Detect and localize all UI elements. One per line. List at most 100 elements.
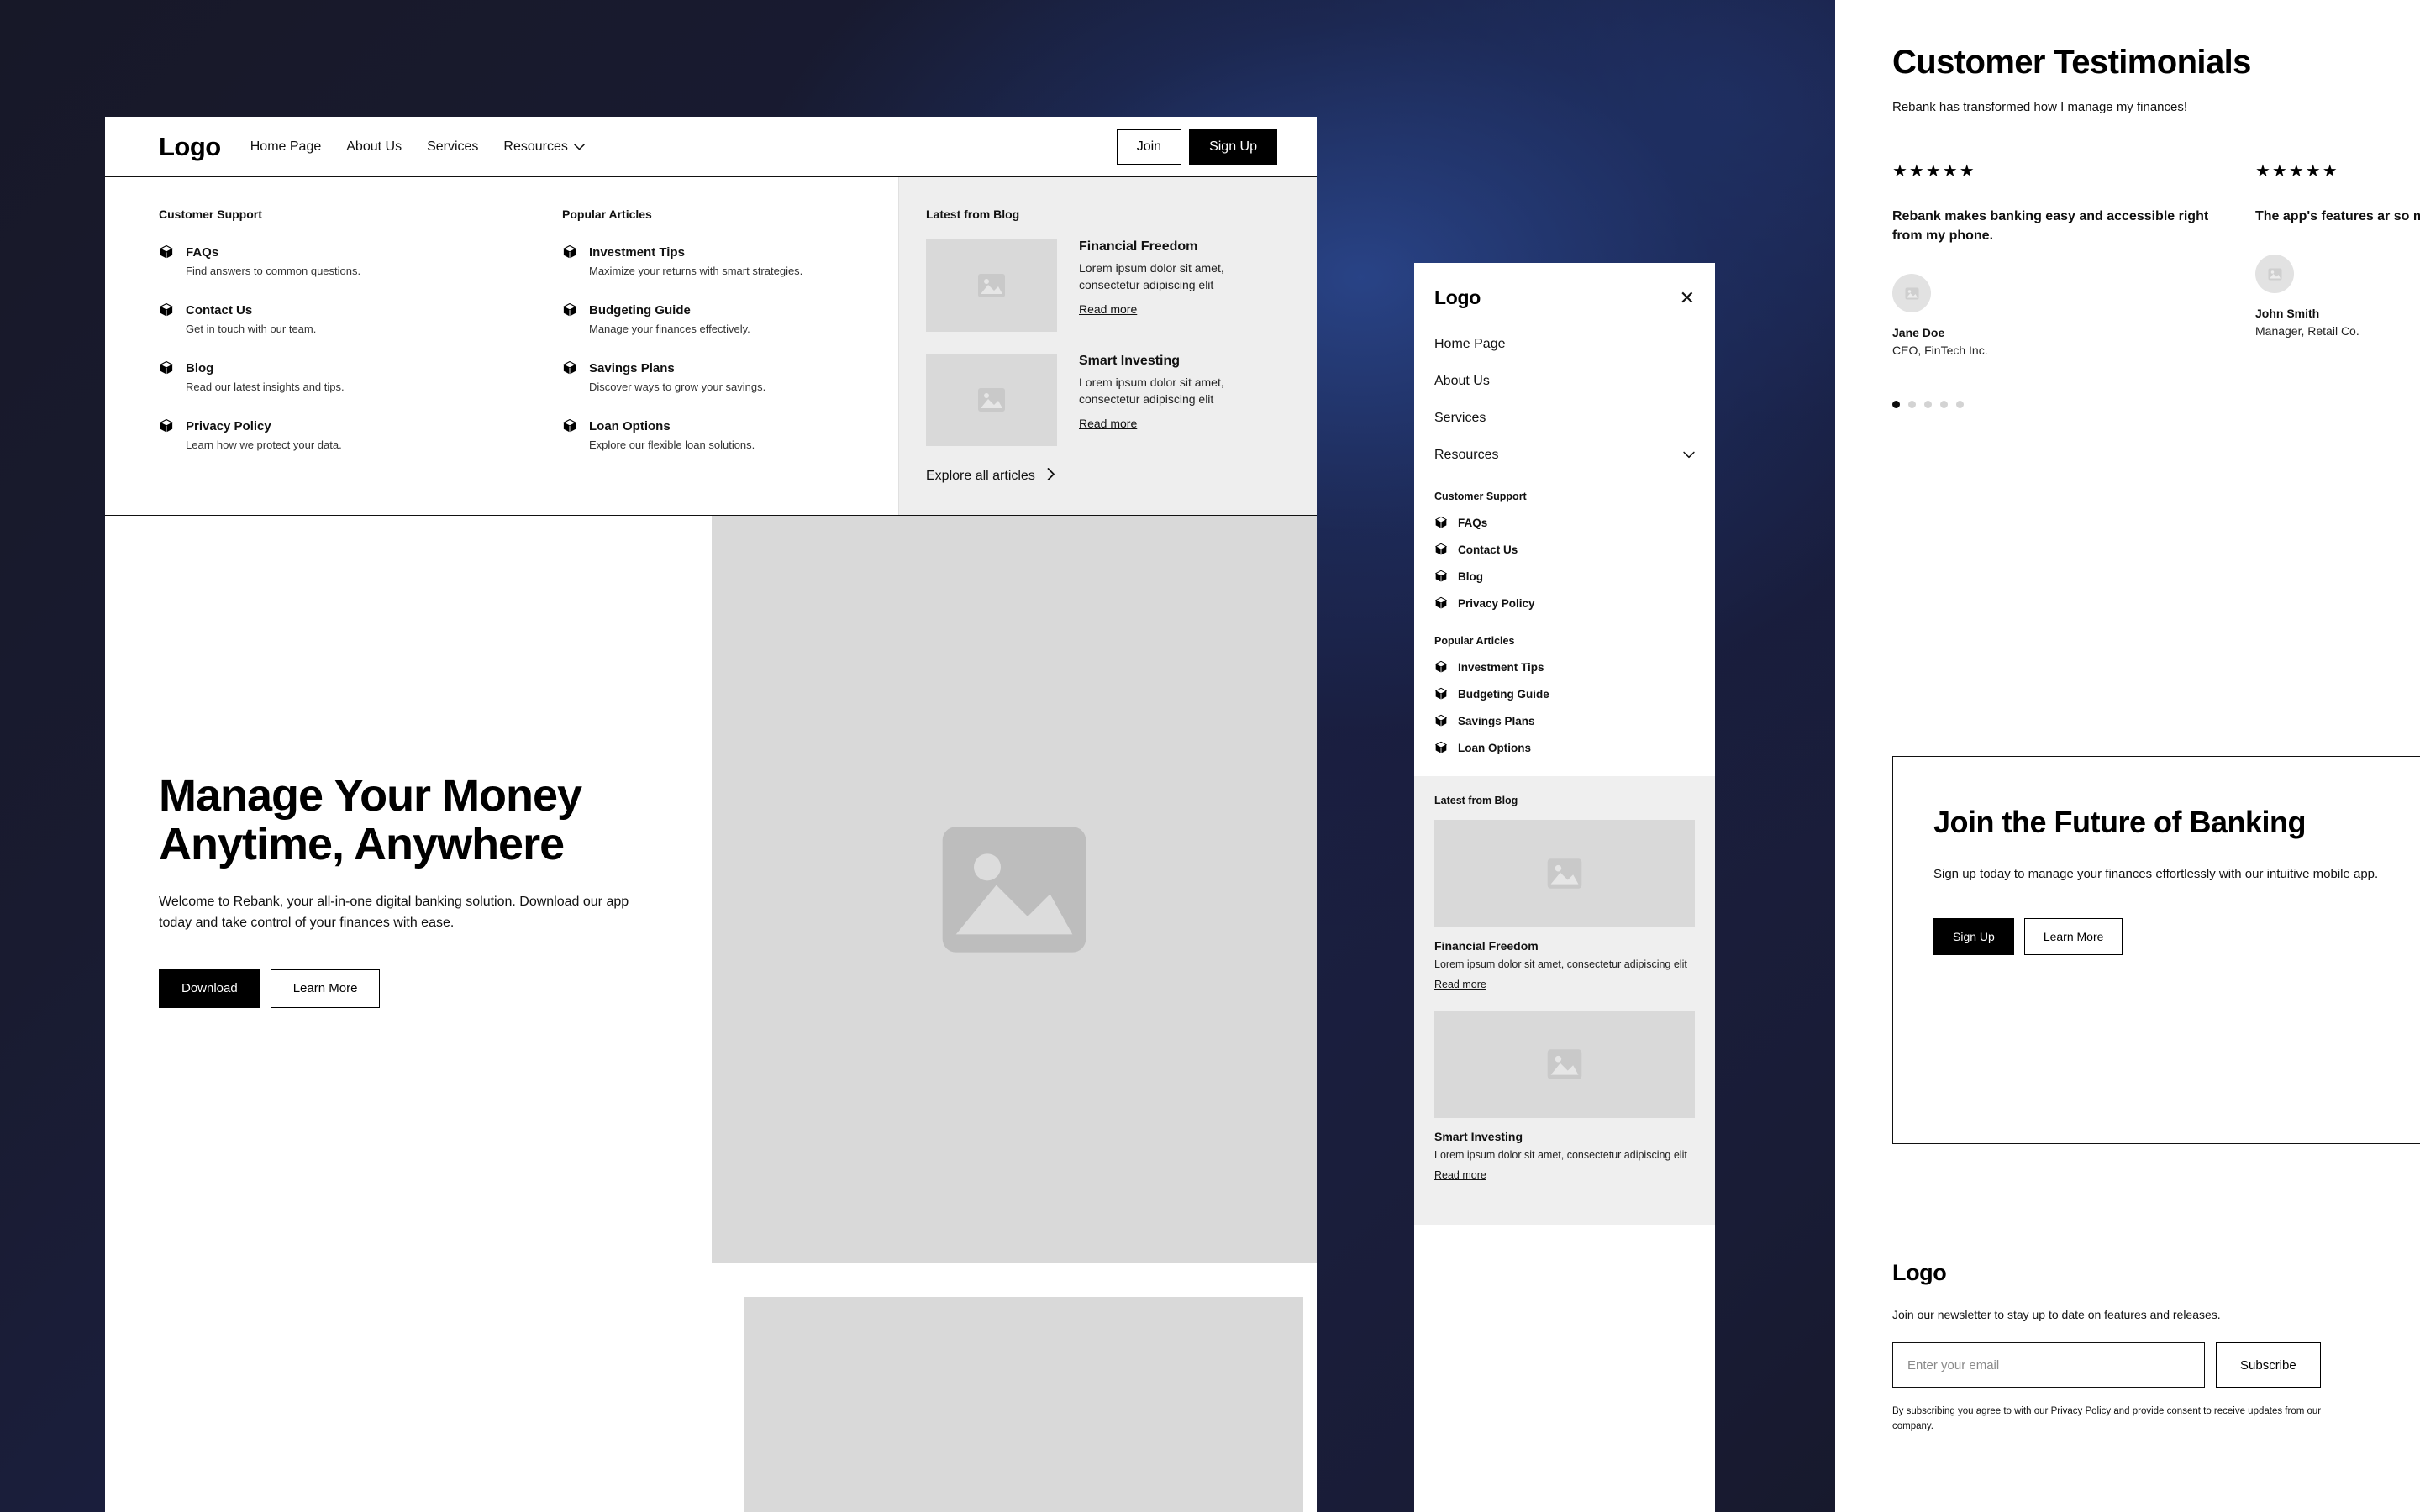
legal-prefix: By subscribing you agree to with our xyxy=(1892,1406,2051,1416)
menu-item-faqs[interactable]: FAQs Find answers to common questions. xyxy=(159,244,495,279)
desktop-logo[interactable]: Logo xyxy=(159,132,221,162)
mobile-nav-item-resources[interactable]: Resources xyxy=(1434,437,1695,474)
mobile-link-budgeting-guide[interactable]: Budgeting Guide xyxy=(1434,680,1695,707)
explore-all-articles-link[interactable]: Explore all articles xyxy=(926,468,1283,485)
read-more-link[interactable]: Read more xyxy=(1079,302,1137,316)
menu-item-contact-us[interactable]: Contact Us Get in touch with our team. xyxy=(159,302,495,337)
signup-button[interactable]: Sign Up xyxy=(1189,129,1277,165)
carousel-dot-1[interactable] xyxy=(1892,401,1900,409)
read-more-link[interactable]: Read more xyxy=(1434,1169,1486,1181)
testimonials-section: Customer Testimonials Rebank has transfo… xyxy=(1835,0,2420,409)
menu-item-investment-tips[interactable]: Investment Tips Maximize your returns wi… xyxy=(562,244,898,279)
column-heading: Customer Support xyxy=(159,207,262,221)
mobile-menu-mockup: Logo ✕ Home Page About Us Services Resou… xyxy=(1414,263,1715,1512)
mobile-link-label: Loan Options xyxy=(1458,741,1531,754)
mobile-section-heading: Customer Support xyxy=(1434,491,1527,502)
menu-item-desc: Explore our flexible loan solutions. xyxy=(589,438,755,451)
menu-item-body: Blog Read our latest insights and tips. xyxy=(186,360,345,395)
download-button[interactable]: Download xyxy=(159,969,260,1008)
carousel-dot-5[interactable] xyxy=(1956,401,1964,409)
blog-post-body: Smart Investing Lorem ipsum dolor sit am… xyxy=(1079,354,1272,446)
mobile-link-label: FAQs xyxy=(1458,516,1488,529)
blog-post-financial-freedom[interactable]: Financial Freedom Lorem ipsum dolor sit … xyxy=(926,239,1283,332)
menu-item-savings-plans[interactable]: Savings Plans Discover ways to grow your… xyxy=(562,360,898,395)
mobile-link-loan-options[interactable]: Loan Options xyxy=(1434,734,1695,761)
hero-image-placeholder xyxy=(712,516,1317,1263)
testimonial-author-role: CEO, FinTech Inc. xyxy=(1892,344,1988,358)
lower-image-placeholder xyxy=(744,1297,1303,1512)
menu-item-budgeting-guide[interactable]: Budgeting Guide Manage your finances eff… xyxy=(562,302,898,337)
blog-post-desc: Lorem ipsum dolor sit amet, consectetur … xyxy=(1079,261,1224,292)
testimonials-subtitle: Rebank has transformed how I manage my f… xyxy=(1892,100,2188,114)
mobile-link-contact-us[interactable]: Contact Us xyxy=(1434,536,1695,563)
carousel-dot-4[interactable] xyxy=(1940,401,1948,409)
menu-item-desc: Read our latest insights and tips. xyxy=(186,380,345,393)
mobile-blog-post-smart-investing[interactable]: Smart Investing Lorem ipsum dolor sit am… xyxy=(1434,1011,1695,1183)
testimonial-quote: The app's features ar so much time. xyxy=(2255,209,2420,223)
menu-item-desc: Manage your finances effectively. xyxy=(589,322,750,335)
close-icon[interactable]: ✕ xyxy=(1680,288,1695,307)
mobile-nav-item-about-us[interactable]: About Us xyxy=(1434,363,1695,400)
nav-item-resources[interactable]: Resources xyxy=(503,139,585,155)
cube-icon xyxy=(562,418,577,453)
mobile-link-faqs[interactable]: FAQs xyxy=(1434,509,1695,536)
page-title: Customer Testimonials xyxy=(1892,44,2251,81)
nav-item-about-us[interactable]: About Us xyxy=(346,139,402,155)
join-button[interactable]: Join xyxy=(1116,129,1182,165)
blog-post-title: Financial Freedom xyxy=(1079,239,1198,254)
star-rating-icon: ★★★★★ xyxy=(1892,162,1976,181)
learn-more-button[interactable]: Learn More xyxy=(270,969,381,1008)
menu-item-body: Loan Options Explore our flexible loan s… xyxy=(589,418,755,453)
menu-item-blog[interactable]: Blog Read our latest insights and tips. xyxy=(159,360,495,395)
blog-post-desc: Lorem ipsum dolor sit amet, consectetur … xyxy=(1079,375,1224,407)
cta-learn-more-button[interactable]: Learn More xyxy=(2023,918,2123,956)
blog-post-title: Smart Investing xyxy=(1434,1130,1523,1144)
cube-icon xyxy=(159,244,174,279)
testimonial-card-jane-doe: ★★★★★ Rebank makes banking easy and acce… xyxy=(1892,163,2212,357)
nav-item-label: Resources xyxy=(503,139,568,154)
cube-icon xyxy=(562,360,577,395)
mega-menu-panel: Customer Support FAQs Find answers to co… xyxy=(105,177,1317,516)
menu-item-body: Budgeting Guide Manage your finances eff… xyxy=(589,302,750,337)
mobile-nav-item-home-page[interactable]: Home Page xyxy=(1434,326,1695,363)
menu-item-privacy-policy[interactable]: Privacy Policy Learn how we protect your… xyxy=(159,418,495,453)
mobile-nav-item-services[interactable]: Services xyxy=(1434,400,1695,437)
chevron-down-icon xyxy=(574,139,585,155)
carousel-dot-3[interactable] xyxy=(1924,401,1932,409)
carousel-dot-2[interactable] xyxy=(1908,401,1916,409)
email-field[interactable] xyxy=(1892,1342,2205,1388)
testimonial-author-role: Manager, Retail Co. xyxy=(2255,324,2360,339)
mobile-logo[interactable]: Logo xyxy=(1434,286,1481,309)
cta-title: Join the Future of Banking xyxy=(1933,805,2307,839)
mobile-link-investment-tips[interactable]: Investment Tips xyxy=(1434,654,1695,680)
privacy-policy-link[interactable]: Privacy Policy xyxy=(2051,1406,2112,1416)
footer-logo[interactable]: Logo xyxy=(1892,1260,2420,1286)
menu-item-desc: Learn how we protect your data. xyxy=(186,438,342,451)
hero-copy: Manage Your Money Anytime, Anywhere Welc… xyxy=(105,516,712,1263)
nav-item-services[interactable]: Services xyxy=(427,139,478,155)
testimonial-cards: ★★★★★ Rebank makes banking easy and acce… xyxy=(1892,163,2420,357)
mobile-blog-post-financial-freedom[interactable]: Financial Freedom Lorem ipsum dolor sit … xyxy=(1434,820,1695,992)
mobile-link-savings-plans[interactable]: Savings Plans xyxy=(1434,707,1695,734)
menu-item-body: Contact Us Get in touch with our team. xyxy=(186,302,316,337)
subscribe-button[interactable]: Subscribe xyxy=(2216,1342,2321,1388)
cta-card: Join the Future of Banking Sign up today… xyxy=(1892,756,2420,1144)
mega-menu-column-popular-articles: Popular Articles Investment Tips Maximiz… xyxy=(562,207,898,485)
mobile-link-privacy-policy[interactable]: Privacy Policy xyxy=(1434,590,1695,617)
blog-post-smart-investing[interactable]: Smart Investing Lorem ipsum dolor sit am… xyxy=(926,354,1283,446)
read-more-link[interactable]: Read more xyxy=(1434,979,1486,990)
nav-item-home-page[interactable]: Home Page xyxy=(250,139,322,155)
mobile-link-blog[interactable]: Blog xyxy=(1434,563,1695,590)
menu-item-loan-options[interactable]: Loan Options Explore our flexible loan s… xyxy=(562,418,898,453)
mobile-blog-heading: Latest from Blog xyxy=(1434,795,1518,806)
desktop-nav-links: Home Page About Us Services Resources xyxy=(250,139,585,155)
newsletter-text: Join our newsletter to stay up to date o… xyxy=(1892,1308,2221,1321)
mobile-resources-sections: Customer Support FAQs Contact Us Blog Pr… xyxy=(1414,474,1715,761)
testimonial-card-john-smith: ★★★★★ The app's features ar so much time… xyxy=(2255,163,2420,357)
mega-menu-columns: Customer Support FAQs Find answers to co… xyxy=(105,177,898,515)
cta-signup-button[interactable]: Sign Up xyxy=(1933,918,2014,956)
hero-actions: Download Learn More xyxy=(159,969,658,1008)
cube-icon xyxy=(562,302,577,337)
read-more-link[interactable]: Read more xyxy=(1079,417,1137,430)
legal-text: By subscribing you agree to with our Pri… xyxy=(1892,1404,2346,1435)
